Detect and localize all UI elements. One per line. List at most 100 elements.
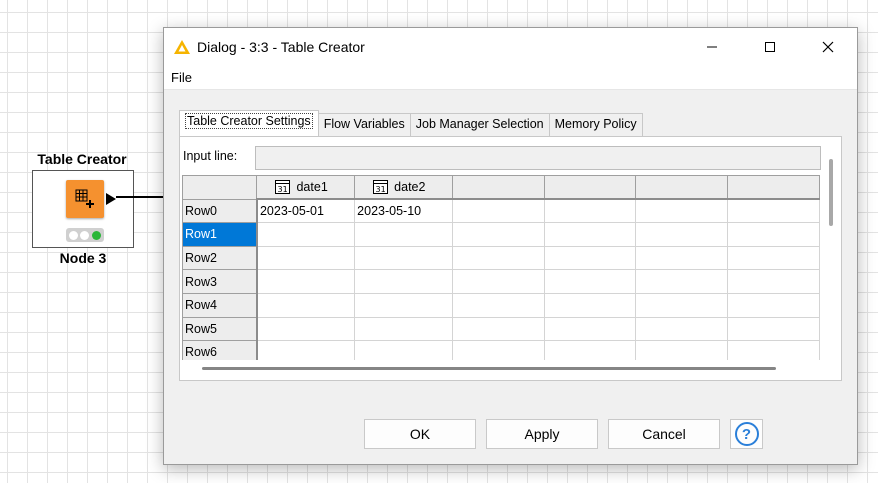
table-cell[interactable] bbox=[451, 245, 545, 271]
table-creator-node[interactable] bbox=[32, 170, 134, 248]
grid-corner[interactable] bbox=[182, 175, 258, 200]
row-header[interactable]: Row4 bbox=[182, 292, 258, 318]
table-cell[interactable] bbox=[451, 222, 545, 247]
cancel-button[interactable]: Cancel bbox=[608, 419, 720, 449]
table-cell[interactable] bbox=[727, 340, 820, 360]
table-cell[interactable] bbox=[635, 292, 729, 318]
table-cell[interactable] bbox=[543, 198, 637, 224]
table-cell[interactable] bbox=[635, 222, 729, 247]
table-grid-plus-icon[interactable] bbox=[66, 180, 104, 218]
table-cell[interactable] bbox=[727, 198, 820, 224]
table-creator-dialog: Dialog - 3:3 - Table Creator File Table … bbox=[163, 27, 858, 465]
column-header-empty[interactable] bbox=[543, 175, 637, 201]
maximize-button[interactable] bbox=[741, 28, 799, 66]
table-cell[interactable] bbox=[354, 292, 453, 318]
table-cell[interactable] bbox=[635, 198, 729, 224]
table-cell[interactable] bbox=[727, 245, 820, 271]
menu-file[interactable]: File bbox=[171, 70, 192, 85]
row-header[interactable]: Row6 bbox=[182, 340, 258, 360]
table-cell[interactable] bbox=[543, 222, 637, 247]
table-cell[interactable] bbox=[451, 340, 545, 360]
dialog-titlebar[interactable]: Dialog - 3:3 - Table Creator bbox=[164, 28, 857, 66]
table-cell[interactable] bbox=[543, 340, 637, 360]
table-cell[interactable] bbox=[543, 292, 637, 318]
calendar-31-icon: 31 bbox=[275, 180, 291, 195]
table-cell[interactable] bbox=[543, 269, 637, 294]
row-header[interactable]: Row3 bbox=[182, 269, 258, 294]
horizontal-scrollbar[interactable] bbox=[202, 367, 776, 370]
help-button[interactable]: ? bbox=[730, 419, 763, 449]
node-connection bbox=[116, 196, 164, 198]
table-cell[interactable] bbox=[256, 292, 356, 318]
table-cell[interactable] bbox=[635, 269, 729, 294]
table-cell[interactable] bbox=[543, 245, 637, 271]
column-name: date2 bbox=[394, 180, 426, 195]
close-button[interactable] bbox=[799, 28, 857, 66]
help-icon: ? bbox=[734, 422, 759, 446]
ok-button[interactable]: OK bbox=[364, 419, 476, 449]
tab-job-manager-selection[interactable]: Job Manager Selection bbox=[409, 113, 550, 136]
status-light-red bbox=[69, 230, 79, 240]
table-cell[interactable] bbox=[256, 222, 356, 247]
table-row: Row1 bbox=[182, 222, 820, 247]
output-port[interactable] bbox=[106, 193, 116, 205]
tab-table-creator-settings[interactable]: Table Creator Settings bbox=[179, 110, 319, 136]
table-cell[interactable] bbox=[354, 222, 453, 247]
table-cell[interactable] bbox=[727, 316, 820, 342]
node-status-light bbox=[66, 228, 104, 242]
svg-text:31: 31 bbox=[278, 185, 288, 194]
row-header[interactable]: Row1 bbox=[182, 222, 258, 247]
table-cell[interactable] bbox=[256, 245, 356, 271]
table-cell[interactable] bbox=[354, 340, 453, 360]
table-cell[interactable] bbox=[354, 269, 453, 294]
settings-panel: Input line: 31 date1 31 date2 Row0 2023-… bbox=[179, 136, 842, 381]
table-row: Row3 bbox=[182, 269, 820, 294]
table-cell[interactable] bbox=[451, 269, 545, 294]
table-cell[interactable] bbox=[354, 316, 453, 342]
column-header-empty[interactable] bbox=[451, 175, 545, 201]
column-header-empty[interactable] bbox=[727, 175, 820, 201]
table-cell[interactable] bbox=[451, 292, 545, 318]
table-cell[interactable] bbox=[727, 222, 820, 247]
input-line-label: Input line: bbox=[183, 149, 238, 163]
column-header-date1[interactable]: 31 date1 bbox=[256, 175, 356, 201]
column-header-date2[interactable]: 31 date2 bbox=[354, 175, 453, 201]
row-header[interactable]: Row2 bbox=[182, 245, 258, 271]
row-header[interactable]: Row0 bbox=[182, 198, 258, 224]
svg-text:31: 31 bbox=[376, 185, 386, 194]
column-name: date1 bbox=[296, 180, 328, 195]
table-row: Row2 bbox=[182, 245, 820, 271]
minimize-button[interactable] bbox=[683, 28, 741, 66]
table-cell[interactable] bbox=[635, 316, 729, 342]
status-light-green bbox=[91, 230, 101, 240]
table-cell[interactable]: 2023-05-10 bbox=[354, 198, 453, 224]
table-cell[interactable] bbox=[727, 292, 820, 318]
table-cell[interactable] bbox=[635, 340, 729, 360]
table-cell[interactable] bbox=[354, 245, 453, 271]
table-cell[interactable] bbox=[256, 340, 356, 360]
table-row: Row4 bbox=[182, 292, 820, 318]
calendar-31-icon: 31 bbox=[373, 180, 389, 195]
table-cell[interactable] bbox=[451, 316, 545, 342]
tab-memory-policy[interactable]: Memory Policy bbox=[548, 113, 643, 136]
vertical-scrollbar[interactable] bbox=[829, 159, 833, 226]
table-cell[interactable] bbox=[451, 198, 545, 224]
dialog-title: Dialog - 3:3 - Table Creator bbox=[197, 39, 365, 55]
table-row: Row5 bbox=[182, 316, 820, 342]
node-label[interactable]: Node 3 bbox=[32, 250, 134, 266]
table-cell[interactable]: 2023-05-01 bbox=[256, 198, 356, 224]
table-cell[interactable] bbox=[727, 269, 820, 294]
column-header-empty[interactable] bbox=[635, 175, 729, 201]
table-cell[interactable] bbox=[256, 269, 356, 294]
table-cell[interactable] bbox=[635, 245, 729, 271]
row-header[interactable]: Row5 bbox=[182, 316, 258, 342]
apply-button[interactable]: Apply bbox=[486, 419, 598, 449]
minimize-icon bbox=[707, 46, 717, 48]
table-cell[interactable] bbox=[256, 316, 356, 342]
tab-flow-variables[interactable]: Flow Variables bbox=[317, 113, 411, 136]
tab-label: Table Creator Settings bbox=[185, 113, 313, 129]
input-line-field[interactable] bbox=[255, 146, 821, 170]
table-cell[interactable] bbox=[543, 316, 637, 342]
tab-bar: Table Creator Settings Flow Variables Jo… bbox=[179, 110, 643, 136]
close-icon bbox=[822, 41, 834, 53]
